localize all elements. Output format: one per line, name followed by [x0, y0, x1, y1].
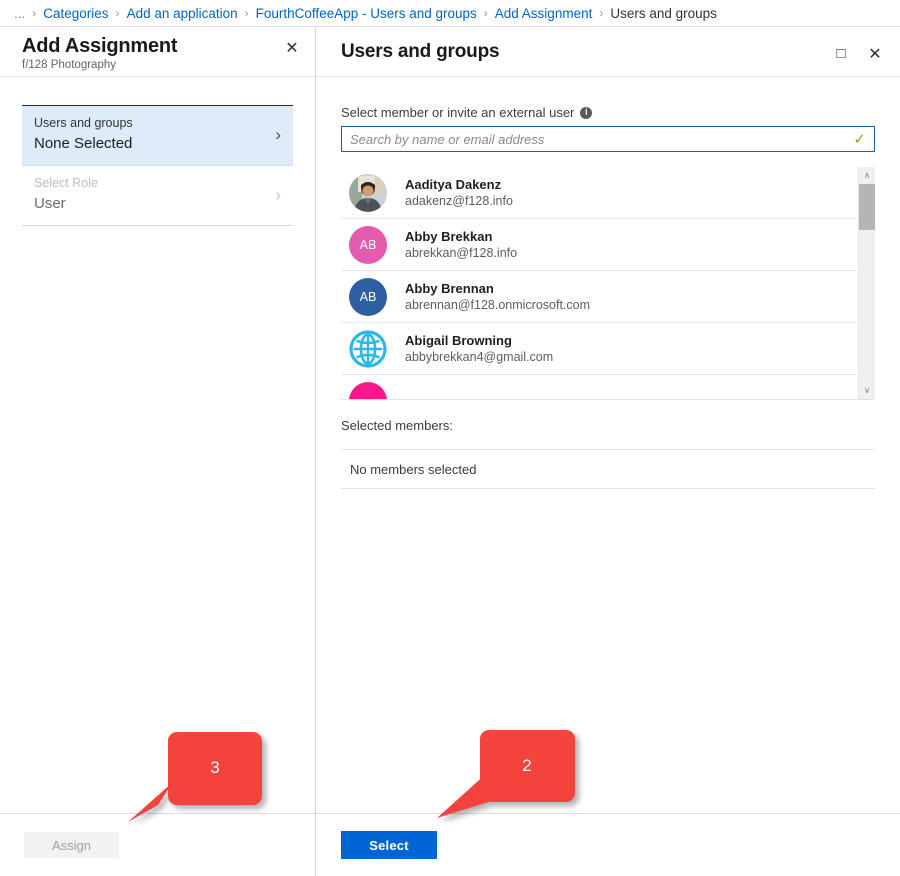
user-name: Abby Brennan [405, 280, 590, 297]
globe-icon [349, 330, 387, 368]
breadcrumb-item-add-an-application[interactable]: Add an application [127, 6, 238, 21]
breadcrumb-separator: › [116, 6, 120, 20]
user-email: abrennan@f128.onmicrosoft.com [405, 297, 590, 314]
close-icon[interactable]: ✕ [283, 39, 301, 57]
list-item[interactable] [341, 375, 858, 399]
option-select-role[interactable]: Select Role User › [22, 166, 293, 226]
assignment-options-list: Users and groups None Selected › Select … [22, 105, 293, 226]
users-and-groups-blade: Users and groups □ ✕ Select member or in… [316, 27, 900, 876]
assign-button[interactable]: Assign [24, 832, 119, 858]
users-and-groups-header: Users and groups □ ✕ [316, 27, 900, 77]
page-title: Add Assignment [22, 35, 177, 57]
breadcrumb-separator: › [599, 6, 603, 20]
list-item-text: Abigail Browning abbybrekkan4@gmail.com [405, 332, 553, 366]
user-email: adakenz@f128.info [405, 193, 513, 210]
breadcrumb-separator: › [484, 6, 488, 20]
info-icon[interactable]: i [580, 107, 592, 119]
list-item[interactable]: Abigail Browning abbybrekkan4@gmail.com [341, 323, 858, 375]
breadcrumb-item-overflow[interactable]: ... [14, 6, 25, 21]
breadcrumb-item-current: Users and groups [610, 6, 717, 21]
chevron-right-icon: › [275, 126, 281, 143]
option-users-and-groups-text: Users and groups None Selected [34, 115, 133, 154]
add-assignment-body: Users and groups None Selected › Select … [0, 77, 315, 813]
user-name: Aaditya Dakenz [405, 176, 513, 193]
page-subtitle: f/128 Photography [22, 58, 177, 73]
scroll-down-icon[interactable]: ∨ [859, 382, 875, 399]
breadcrumb-separator: › [32, 6, 36, 20]
breadcrumb-item-fourthcoffeeapp-users-and-groups[interactable]: FourthCoffeeApp - Users and groups [256, 6, 477, 21]
avatar [349, 174, 387, 212]
search-field-label-text: Select member or invite an external user [341, 105, 574, 120]
user-email: abrekkan@f128.info [405, 245, 517, 262]
list-item-text: Aaditya Dakenz adakenz@f128.info [405, 176, 513, 210]
add-assignment-footer: Assign [0, 813, 315, 876]
select-button[interactable]: Select [341, 831, 437, 859]
users-and-groups-footer: Select [316, 813, 900, 876]
user-name: Abigail Browning [405, 332, 553, 349]
list-item[interactable]: AB Abby Brekkan abrekkan@f128.info [341, 219, 858, 271]
users-and-groups-header-icons: □ ✕ [832, 41, 884, 63]
breadcrumb: ... › Categories › Add an application › … [0, 0, 900, 27]
user-email: abbybrekkan4@gmail.com [405, 349, 553, 366]
user-results-list: Aaditya Dakenz adakenz@f128.info AB Abby… [341, 167, 858, 399]
scrollbar-track[interactable] [859, 184, 875, 382]
user-results-list-wrapper: Aaditya Dakenz adakenz@f128.info AB Abby… [341, 167, 875, 400]
selected-members-title: Selected members: [341, 418, 875, 433]
list-item-text: Abby Brennan abrennan@f128.onmicrosoft.c… [405, 280, 590, 314]
option-label: Select Role [34, 175, 98, 192]
search-field-label: Select member or invite an external user… [341, 105, 875, 120]
chevron-right-icon: › [275, 186, 281, 203]
blades-container: Add Assignment f/128 Photography ✕ Users… [0, 27, 900, 876]
close-icon[interactable]: ✕ [866, 45, 884, 63]
avatar-photo-icon [349, 174, 387, 212]
users-and-groups-body: Select member or invite an external user… [316, 77, 900, 813]
check-valid-icon: ✓ [853, 132, 874, 147]
option-users-and-groups[interactable]: Users and groups None Selected › [22, 106, 293, 166]
search-input[interactable] [342, 127, 853, 151]
avatar-initials: AB [360, 238, 377, 252]
list-item[interactable]: Aaditya Dakenz adakenz@f128.info [341, 167, 858, 219]
scroll-up-icon[interactable]: ∧ [859, 167, 875, 184]
breadcrumb-item-categories[interactable]: Categories [43, 6, 108, 21]
breadcrumb-item-add-assignment[interactable]: Add Assignment [495, 6, 593, 21]
option-select-role-text: Select Role User [34, 175, 98, 214]
maximize-icon[interactable]: □ [832, 45, 850, 63]
list-item[interactable]: AB Abby Brennan abrennan@f128.onmicrosof… [341, 271, 858, 323]
user-list-scrollbar[interactable]: ∧ ∨ [858, 167, 875, 399]
option-value: None Selected [34, 133, 133, 154]
avatar: AB [349, 226, 387, 264]
avatar-initials: AB [360, 290, 377, 304]
option-label: Users and groups [34, 115, 133, 132]
add-assignment-title-group: Add Assignment f/128 Photography [22, 35, 177, 73]
scrollbar-thumb[interactable] [859, 184, 875, 230]
search-field-wrapper[interactable]: ✓ [341, 126, 875, 152]
user-name: Abby Brekkan [405, 228, 517, 245]
avatar [349, 330, 387, 368]
list-item-text: Abby Brekkan abrekkan@f128.info [405, 228, 517, 262]
add-assignment-blade: Add Assignment f/128 Photography ✕ Users… [0, 27, 316, 876]
option-value: User [34, 193, 98, 214]
avatar [349, 382, 387, 400]
users-and-groups-title: Users and groups [341, 41, 499, 63]
add-assignment-header-icons: ✕ [283, 35, 301, 57]
breadcrumb-separator: › [245, 6, 249, 20]
selected-members-empty-state: No members selected [341, 449, 875, 489]
add-assignment-header: Add Assignment f/128 Photography ✕ [0, 27, 315, 77]
avatar: AB [349, 278, 387, 316]
